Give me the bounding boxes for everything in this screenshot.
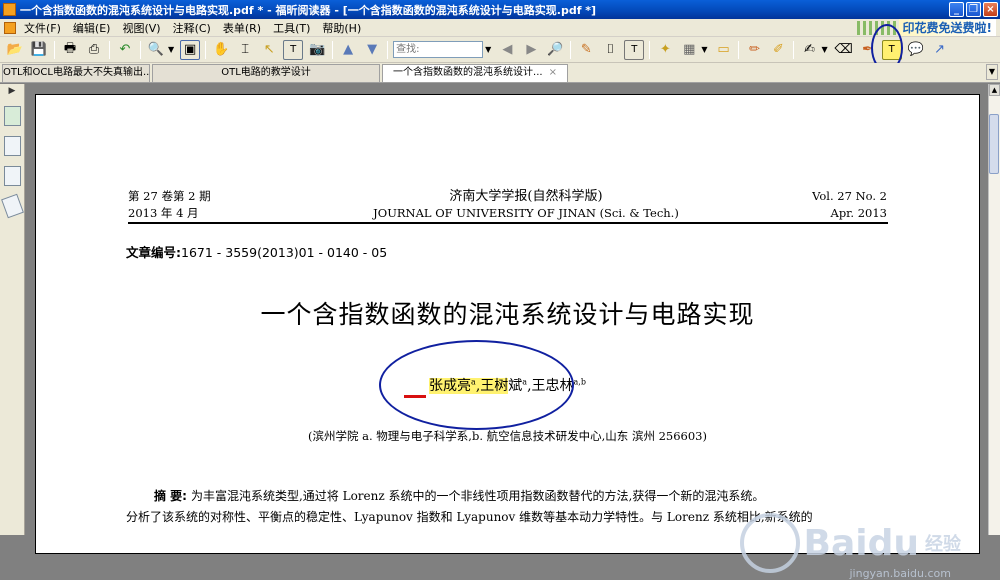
ad-text: 印花费免送费啦! xyxy=(898,19,996,36)
annotations-icon[interactable] xyxy=(3,166,21,186)
menu-help[interactable]: 帮助(H) xyxy=(316,20,367,36)
note-icon[interactable]: ✎ xyxy=(576,40,596,60)
open-folder-icon[interactable]: 📂 xyxy=(5,40,25,60)
comment-icon[interactable]: ▭ xyxy=(713,40,733,60)
date-cn: 2013 年 4 月 xyxy=(128,206,199,220)
title-bar: 一个含指数函数的混沌系统设计与电路实现.pdf * - 福昕阅读器 - [一个含… xyxy=(0,0,1000,19)
tab-label: 一个含指数函数的混沌系统设计... xyxy=(393,67,543,78)
print-icon[interactable]: 🖶 xyxy=(60,40,80,60)
vertical-scrollbar[interactable]: ▲ xyxy=(988,84,1000,535)
zoom-dropdown-icon[interactable]: ▼ xyxy=(168,45,174,54)
issue-info: 第 27 卷第 2 期 2013 年 4 月 xyxy=(128,188,211,222)
author-circle-annotation xyxy=(379,340,574,430)
tab-label: OTL和OCL电路最大不失真输出... xyxy=(3,67,150,78)
watermark-cn: 经验 xyxy=(925,534,961,555)
zoom-icon[interactable]: 🔍 xyxy=(146,40,166,60)
menu-edit[interactable]: 编辑(E) xyxy=(67,20,117,36)
select-text-icon[interactable]: ⌶ xyxy=(235,40,255,60)
pattern-dropdown-icon[interactable]: ▼ xyxy=(701,45,707,54)
snapshot-icon[interactable]: 📷 xyxy=(307,40,327,60)
undo-icon[interactable]: ↶ xyxy=(115,40,135,60)
volume-info: Vol. 27 No. 2 Apr. 2013 xyxy=(812,188,887,222)
left-sidebar: ▶ xyxy=(0,84,25,535)
textbox-icon[interactable]: T xyxy=(624,39,645,60)
next-page-icon[interactable]: ▼ xyxy=(362,40,382,60)
watermark-brand: Bai xyxy=(803,522,868,564)
pattern-icon[interactable]: ▦ xyxy=(679,40,699,60)
highlighter-icon[interactable]: ✐ xyxy=(768,40,788,60)
journal-header: 济南大学学报(自然科学版) JOURNAL OF UNIVERSITY OF J… xyxy=(326,188,726,222)
search-prev-icon[interactable]: ◀ xyxy=(497,40,517,60)
main-toolbar: 📂 💾 🖶 ⎙ ↶ 🔍 ▼ ▣ ✋ ⌶ ↖ T 📷 ▲ ▼ 查找: ▼ ◀ ▶ … xyxy=(0,37,1000,63)
tab-scroll-icon[interactable]: ▼ xyxy=(986,64,998,80)
stamp-icon[interactable]: ✦ xyxy=(655,40,675,60)
header-rule xyxy=(128,222,888,224)
tab-label: OTL电路的教学设计 xyxy=(221,67,311,78)
search-input[interactable]: 查找: xyxy=(393,41,484,58)
baidu-watermark: Bai du 经验 jingyan.baidu.com xyxy=(739,513,961,580)
author-3-sup: a,b xyxy=(573,377,586,387)
prev-page-icon[interactable]: ▲ xyxy=(338,40,358,60)
minimize-button[interactable]: _ xyxy=(949,2,964,17)
affiliation: (滨州学院 a. 物理与电子科学系,b. 航空信息技术研发中心,山东 滨州 25… xyxy=(308,429,707,443)
scroll-thumb[interactable] xyxy=(989,114,999,174)
watermark-url: jingyan.baidu.com xyxy=(849,567,951,580)
layers-icon[interactable] xyxy=(0,193,24,219)
arrow-icon[interactable]: ↗ xyxy=(930,40,950,60)
maximize-button[interactable]: ❐ xyxy=(966,2,981,17)
abstract-label: 摘 要: xyxy=(154,489,187,503)
journal-name-en: JOURNAL OF UNIVERSITY OF JINAN (Sci. & T… xyxy=(373,206,679,220)
tab-otl-ocl[interactable]: OTL和OCL电路最大不失真输出... xyxy=(2,64,150,82)
app-icon xyxy=(3,3,16,16)
search-next-icon[interactable]: ▶ xyxy=(521,40,541,60)
window-title: 一个含指数函数的混沌系统设计与电路实现.pdf * - 福昕阅读器 - [一个含… xyxy=(20,3,597,17)
draw-icon[interactable]: ✍ xyxy=(799,40,819,60)
search-dropdown-icon[interactable]: ▼ xyxy=(485,45,491,54)
menu-bar: 文件(F) 编辑(E) 视图(V) 注释(C) 表单(R) 工具(T) 帮助(H… xyxy=(0,19,1000,37)
speech-bubble-icon[interactable]: 💬 xyxy=(906,40,926,60)
journal-name-cn: 济南大学学报(自然科学版) xyxy=(449,189,603,204)
volume-cn: 第 27 卷第 2 期 xyxy=(128,189,211,203)
pdf-page: 第 27 卷第 2 期 2013 年 4 月 济南大学学报(自然科学版) JOU… xyxy=(35,94,980,580)
pages-icon[interactable] xyxy=(3,136,21,156)
tab-otl-design[interactable]: OTL电路的教学设计 xyxy=(152,64,380,82)
print-setup-icon[interactable]: ⎙ xyxy=(84,40,104,60)
search-options-icon[interactable]: 🔎 xyxy=(545,40,565,60)
tab-close-icon[interactable]: × xyxy=(549,67,557,78)
article-no-value: 1671 - 3559(2013)01 - 0140 - 05 xyxy=(181,245,388,260)
save-icon[interactable]: 💾 xyxy=(29,40,49,60)
menu-view[interactable]: 视图(V) xyxy=(116,20,166,36)
expand-arrow-icon[interactable]: ▶ xyxy=(0,86,24,96)
fit-page-icon[interactable]: ▣ xyxy=(180,39,201,60)
hand-tool-icon[interactable]: ✋ xyxy=(211,40,231,60)
tab-bar: OTL和OCL电路最大不失真输出... OTL电路的教学设计 一个含指数函数的混… xyxy=(0,63,1000,83)
select-arrow-icon[interactable]: ↖ xyxy=(259,40,279,60)
paw-logo-icon xyxy=(739,513,800,573)
menu-form[interactable]: 表单(R) xyxy=(217,20,267,36)
scroll-up-icon[interactable]: ▲ xyxy=(989,84,1000,96)
menu-file[interactable]: 文件(F) xyxy=(18,20,67,36)
close-button[interactable]: × xyxy=(983,2,998,17)
abstract-line-1: 摘 要: 为丰富混沌系统类型,通过将 Lorenz 系统中的一个非线性项用指数函数… xyxy=(154,489,765,503)
eraser-icon[interactable]: ⌫ xyxy=(834,40,854,60)
menu-comment[interactable]: 注释(C) xyxy=(167,20,217,36)
menu-tools[interactable]: 工具(T) xyxy=(267,20,316,36)
watermark-brand-2: du xyxy=(867,522,919,564)
volume-en: Vol. 27 No. 2 xyxy=(812,189,887,203)
date-en: Apr. 2013 xyxy=(830,206,887,220)
article-no-label: 文章编号: xyxy=(126,245,181,260)
draw-dropdown-icon[interactable]: ▼ xyxy=(821,45,827,54)
text-select-icon[interactable]: T xyxy=(283,39,304,60)
app-menu-icon[interactable] xyxy=(4,21,16,34)
tab-chaos-system[interactable]: 一个含指数函数的混沌系统设计... × xyxy=(382,64,568,82)
pencil-icon[interactable]: ✏ xyxy=(744,40,764,60)
paper-title: 一个含指数函数的混沌系统设计与电路实现 xyxy=(260,300,755,329)
bookmarks-icon[interactable] xyxy=(3,106,21,126)
article-number: 文章编号:1671 - 3559(2013)01 - 0140 - 05 xyxy=(126,242,387,261)
typewriter-icon[interactable]: ⌷ xyxy=(600,40,620,60)
